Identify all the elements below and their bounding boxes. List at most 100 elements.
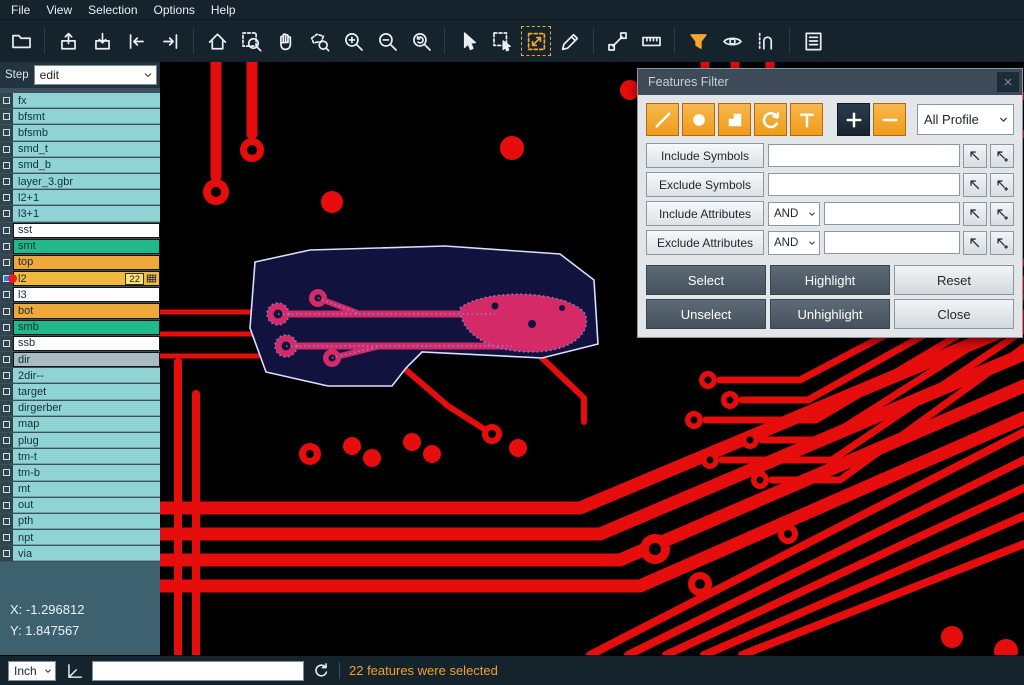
pad-tool-button[interactable] — [682, 103, 715, 136]
clean-button[interactable] — [555, 26, 585, 56]
layer-item-layer_3.gbr[interactable]: layer_3.gbr — [13, 174, 160, 189]
layer-visibility-checkbox[interactable] — [0, 109, 13, 124]
dialog-titlebar[interactable]: Features Filter — [638, 69, 1022, 95]
layer-item-mt[interactable]: mt — [13, 482, 160, 497]
layer-visibility-checkbox[interactable] — [0, 530, 13, 545]
layer-item-l2+1[interactable]: l2+1 — [13, 190, 160, 205]
add-filter-button[interactable] — [837, 103, 870, 136]
layer-visibility-checkbox[interactable] — [0, 384, 13, 399]
layer-visibility-checkbox[interactable] — [0, 336, 13, 351]
highlight-button[interactable]: Highlight — [770, 265, 890, 295]
include-attributes-pick-alt-button[interactable] — [990, 202, 1014, 226]
layer-item-pth[interactable]: pth — [13, 514, 160, 529]
layer-visibility-checkbox[interactable] — [0, 320, 13, 335]
layer-visibility-checkbox[interactable] — [0, 206, 13, 221]
layer-visibility-checkbox[interactable] — [0, 303, 13, 318]
layer-item-bfsmt[interactable]: bfsmt — [13, 109, 160, 124]
measure-button[interactable] — [602, 26, 632, 56]
layer-visibility-checkbox[interactable] — [0, 271, 13, 286]
layer-item-out[interactable]: out — [13, 498, 160, 513]
layer-visibility-checkbox[interactable] — [0, 142, 13, 157]
snap-angle-icon[interactable] — [65, 662, 83, 680]
layer-visibility-checkbox[interactable] — [0, 546, 13, 561]
remove-filter-button[interactable] — [873, 103, 906, 136]
layer-item-l3[interactable]: l3 — [13, 287, 160, 302]
layer-visibility-checkbox[interactable] — [0, 158, 13, 173]
exclude-attributes-input[interactable] — [824, 231, 960, 254]
report-button[interactable] — [798, 26, 828, 56]
layer-visibility-checkbox[interactable] — [0, 174, 13, 189]
layer-item-bfsmb[interactable]: bfsmb — [13, 125, 160, 140]
layer-item-smt[interactable]: smt — [13, 239, 160, 254]
layer-item-target[interactable]: target — [13, 384, 160, 399]
step-right-button[interactable] — [155, 26, 185, 56]
layer-item-smd_b[interactable]: smd_b — [13, 158, 160, 173]
menu-file[interactable]: File — [4, 1, 37, 19]
surface-tool-button[interactable] — [718, 103, 751, 136]
layer-item-tm-b[interactable]: tm-b — [13, 465, 160, 480]
layer-visibility-checkbox[interactable] — [0, 223, 13, 238]
layer-item-tm-t[interactable]: tm-t — [13, 449, 160, 464]
layer-item-smb[interactable]: smb — [13, 320, 160, 335]
layer-item-bot[interactable]: bot — [13, 303, 160, 318]
ruler-button[interactable] — [636, 26, 666, 56]
exclude-symbols-pick-alt-button[interactable] — [990, 173, 1014, 197]
include-symbols-button[interactable]: Include Symbols — [646, 143, 764, 168]
layer-item-via[interactable]: via — [13, 546, 160, 561]
layer-visibility-checkbox[interactable] — [0, 498, 13, 513]
text-tool-button[interactable] — [790, 103, 823, 136]
layer-visibility-checkbox[interactable] — [0, 433, 13, 448]
include-symbols-pick-button[interactable] — [963, 144, 987, 168]
exclude-symbols-input[interactable] — [768, 173, 960, 196]
menu-selection[interactable]: Selection — [81, 1, 144, 19]
layer-item-fx[interactable]: fx — [13, 93, 160, 108]
close-button[interactable]: Close — [894, 299, 1014, 329]
net-search-button[interactable] — [751, 26, 781, 56]
layer-visibility-checkbox[interactable] — [0, 465, 13, 480]
pan-hand-button[interactable] — [270, 26, 300, 56]
zoom-select-button[interactable] — [236, 26, 266, 56]
zoom-area-button[interactable] — [304, 26, 334, 56]
select-button[interactable]: Select — [646, 265, 766, 295]
layer-item-l3+1[interactable]: l3+1 — [13, 206, 160, 221]
menu-options[interactable]: Options — [147, 1, 202, 19]
layer-visibility-checkbox[interactable] — [0, 125, 13, 140]
include-attributes-and-select[interactable]: AND — [768, 202, 820, 226]
cursor-button[interactable] — [453, 26, 483, 56]
filter-button[interactable] — [683, 26, 713, 56]
menu-help[interactable]: Help — [204, 1, 243, 19]
layer-item-2dir--[interactable]: 2dir-- — [13, 368, 160, 383]
exclude-attributes-pick-button[interactable] — [963, 231, 987, 255]
include-attributes-button[interactable]: Include Attributes — [646, 201, 764, 226]
export-up-button[interactable] — [53, 26, 83, 56]
layer-visibility-checkbox[interactable] — [0, 352, 13, 367]
layer-item-dir[interactable]: dir — [13, 352, 160, 367]
zoom-out-button[interactable] — [372, 26, 402, 56]
refresh-icon[interactable] — [313, 662, 330, 679]
exclude-attributes-and-select[interactable]: AND — [768, 231, 820, 255]
exclude-symbols-pick-button[interactable] — [963, 173, 987, 197]
unit-select[interactable]: Inch — [8, 661, 56, 681]
layer-visibility-checkbox[interactable] — [0, 190, 13, 205]
select-rect-button[interactable] — [487, 26, 517, 56]
include-symbols-pick-alt-button[interactable] — [990, 144, 1014, 168]
layer-visibility-checkbox[interactable] — [0, 239, 13, 254]
menu-view[interactable]: View — [39, 1, 79, 19]
layer-visibility-checkbox[interactable] — [0, 417, 13, 432]
layer-visibility-checkbox[interactable] — [0, 93, 13, 108]
command-input[interactable] — [92, 661, 304, 681]
exclude-attributes-button[interactable]: Exclude Attributes — [646, 230, 764, 255]
line-tool-button[interactable] — [646, 103, 679, 136]
step-left-button[interactable] — [121, 26, 151, 56]
pcb-canvas[interactable]: Features Filter All Profile Include Symb… — [160, 62, 1024, 655]
include-attributes-pick-button[interactable] — [963, 202, 987, 226]
layer-item-npt[interactable]: npt — [13, 530, 160, 545]
layer-item-ssb[interactable]: ssb — [13, 336, 160, 351]
reset-button[interactable]: Reset — [894, 265, 1014, 295]
home-button[interactable] — [202, 26, 232, 56]
layer-item-map[interactable]: map — [13, 417, 160, 432]
arc-tool-button[interactable] — [754, 103, 787, 136]
layer-visibility-checkbox[interactable] — [0, 368, 13, 383]
exclude-symbols-button[interactable]: Exclude Symbols — [646, 172, 764, 197]
zoom-in-button[interactable] — [338, 26, 368, 56]
